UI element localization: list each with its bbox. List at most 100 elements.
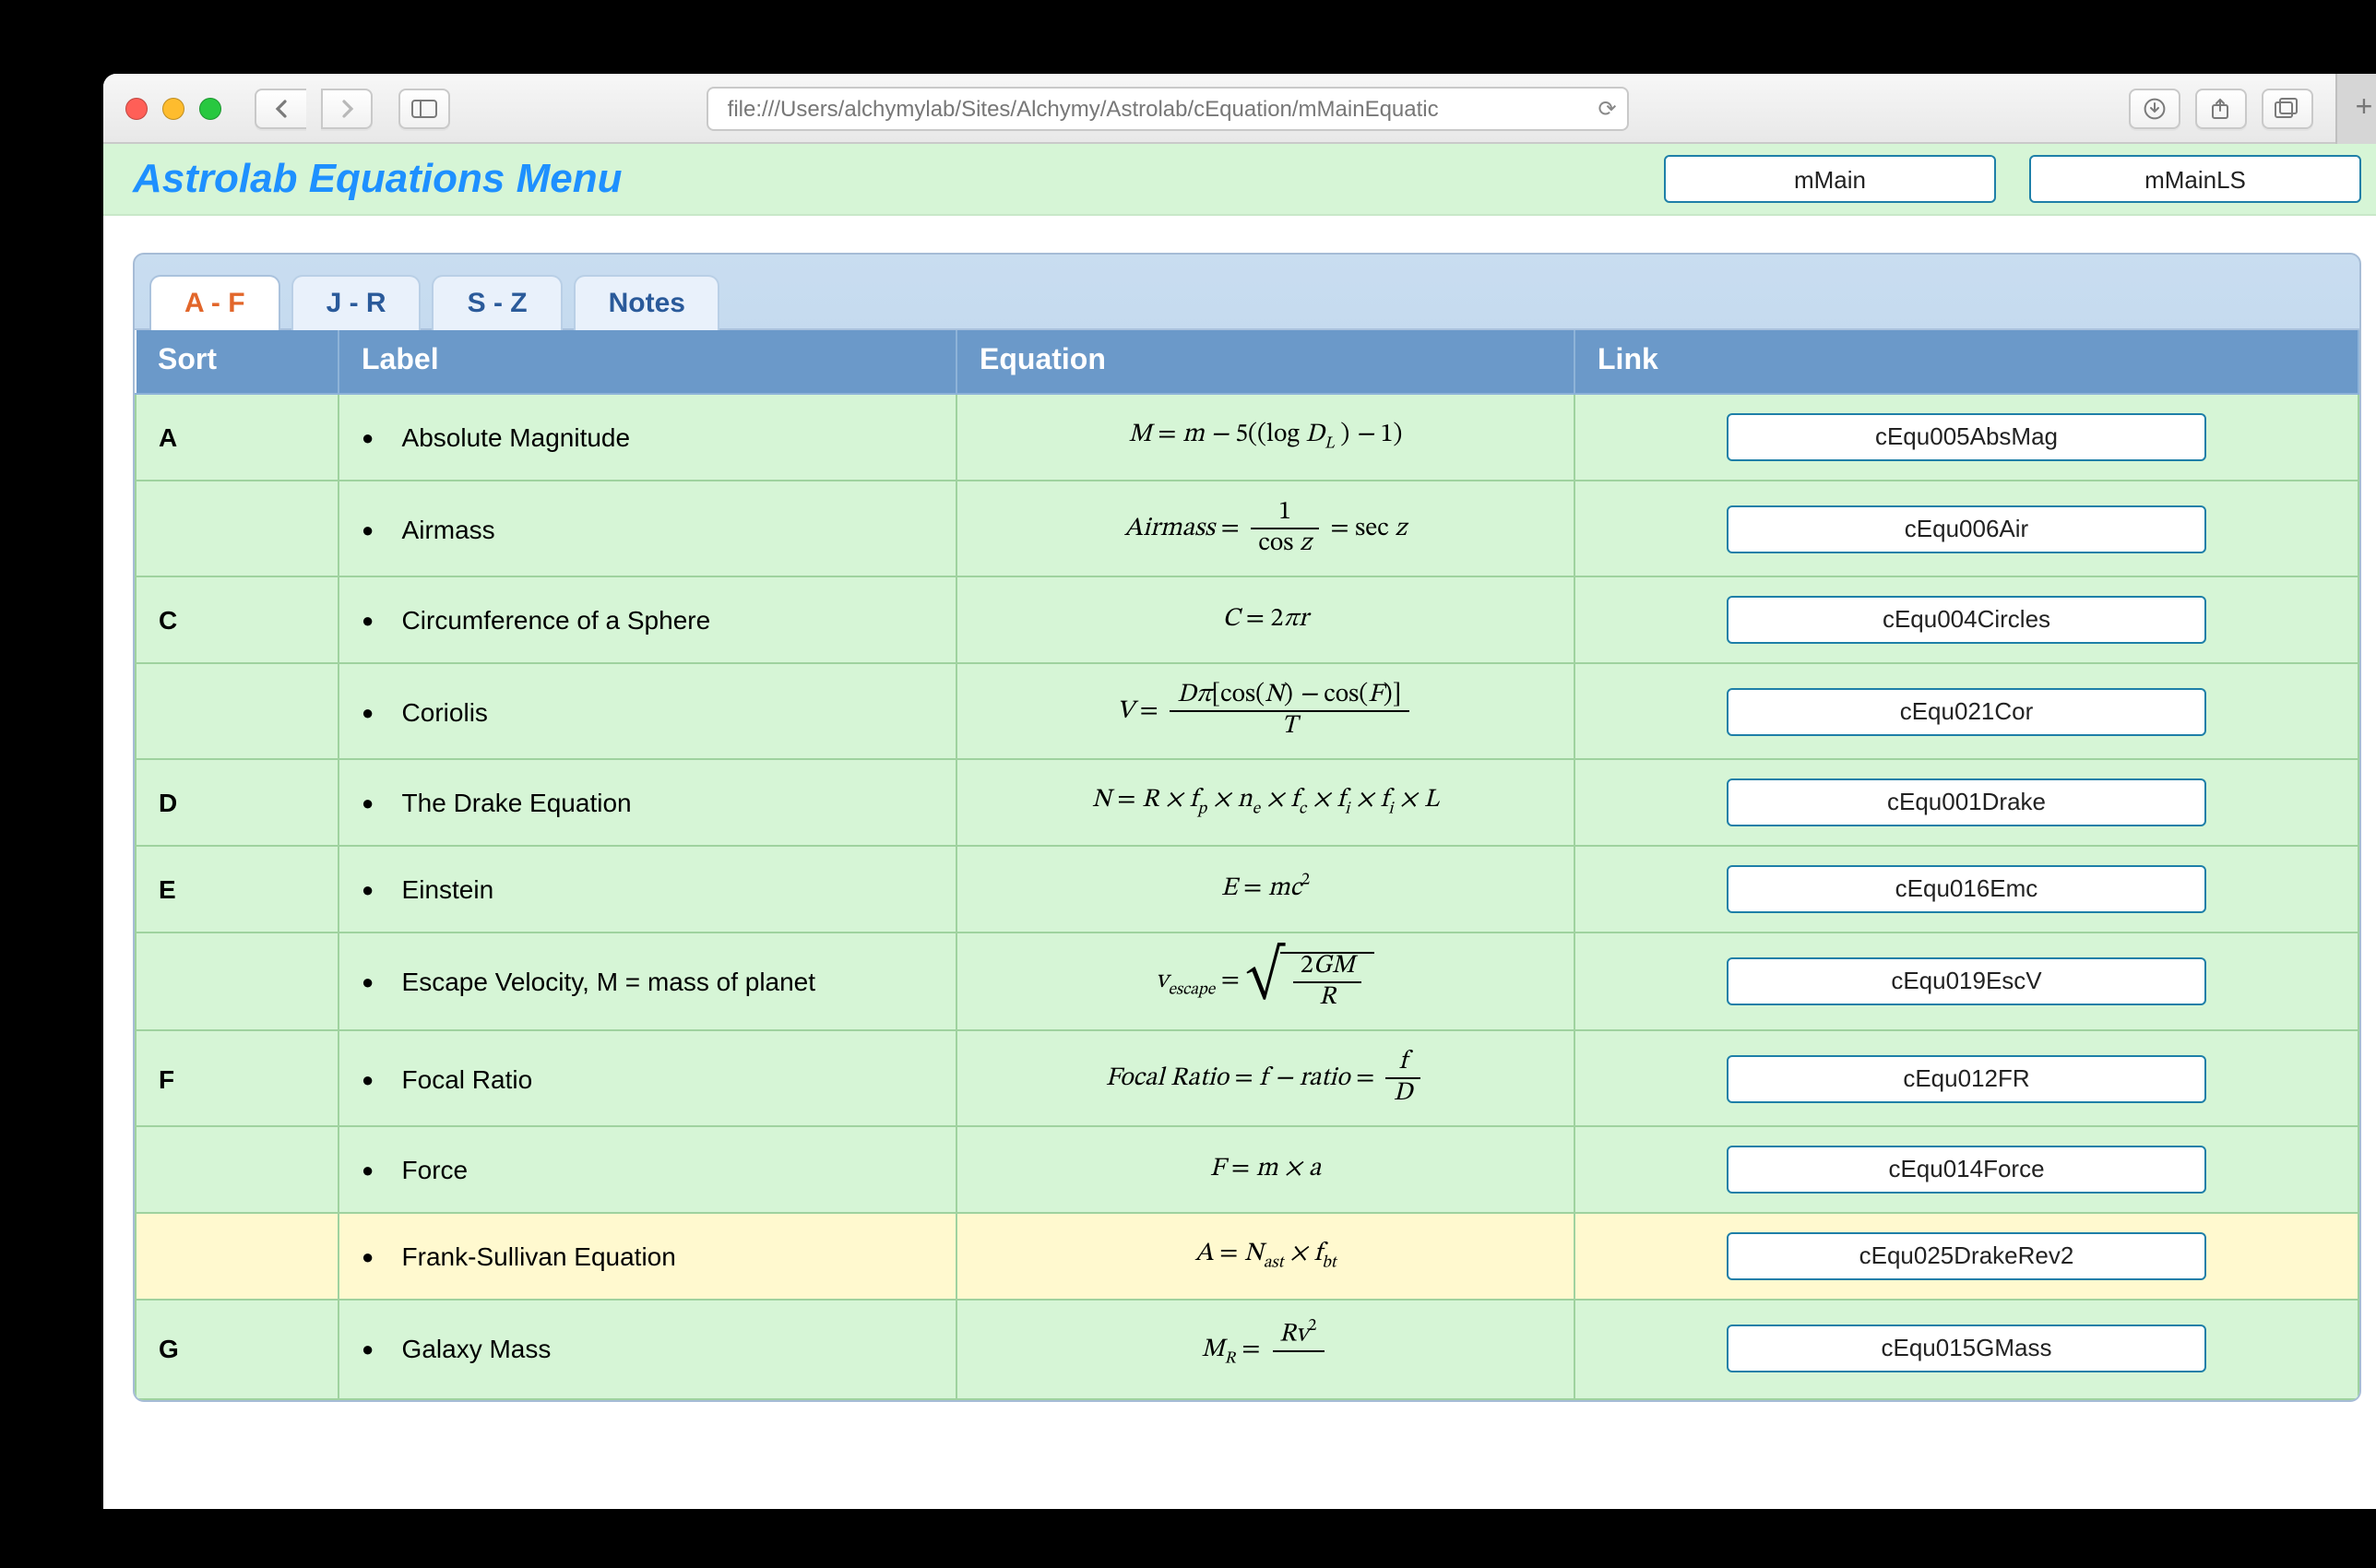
cell-link: cEqu005AbsMag xyxy=(1574,394,2358,481)
cell-sort xyxy=(136,932,339,1030)
equation-link-button[interactable]: cEqu025DrakeRev2 xyxy=(1727,1232,2206,1280)
cell-label: ● Force xyxy=(339,1126,956,1213)
table-row: ● CoriolisV = Dπ[cos(N) − cos(F)]T cEqu02… xyxy=(136,663,2358,759)
cell-equation: Focal Ratio = f − ratio = fD xyxy=(956,1030,1574,1126)
equation-link-button[interactable]: cEqu001Drake xyxy=(1727,778,2206,826)
tab-notes[interactable]: Notes xyxy=(574,275,720,330)
cell-sort: A xyxy=(136,394,339,481)
tab-panel: A - F J - R S - Z Notes Sort Label xyxy=(133,253,2361,1401)
cell-equation: F = m × a xyxy=(956,1126,1574,1213)
bullet-icon: ● xyxy=(362,972,387,994)
bullet-icon: ● xyxy=(362,428,387,450)
table-row: ● Frank-Sullivan EquationA = Nast × fbtc… xyxy=(136,1213,2358,1300)
equation-link-button[interactable]: cEqu015GMass xyxy=(1727,1325,2206,1373)
equation-link-button[interactable]: cEqu019EscV xyxy=(1727,957,2206,1005)
cell-label: ● Airmass xyxy=(339,481,956,576)
cell-link: cEqu019EscV xyxy=(1574,932,2358,1030)
bullet-icon: ● xyxy=(362,793,387,815)
equation-link-button[interactable]: cEqu006Air xyxy=(1727,505,2206,552)
bullet-icon: ● xyxy=(362,702,387,724)
table-row: A● Absolute MagnitudeM = m − 5((log DL )… xyxy=(136,394,2358,481)
col-sort: Sort xyxy=(136,330,339,394)
header-links: mMain mMainLS xyxy=(1664,155,2361,203)
cell-label: ● Circumference of a Sphere xyxy=(339,576,956,663)
table-header-row: Sort Label Equation Link xyxy=(136,330,2358,394)
page-header: Astrolab Equations Menu mMain mMainLS xyxy=(103,144,2376,216)
header-link-mmain[interactable]: mMain xyxy=(1664,155,1996,203)
cell-label: ● Frank-Sullivan Equation xyxy=(339,1213,956,1300)
cell-sort xyxy=(136,663,339,759)
cell-sort: F xyxy=(136,1030,339,1126)
equation-link-button[interactable]: cEqu012FR xyxy=(1727,1054,2206,1102)
table-row: C● Circumference of a SphereC = 2πr cEqu0… xyxy=(136,576,2358,663)
bullet-icon: ● xyxy=(362,611,387,633)
back-button[interactable] xyxy=(255,88,306,128)
tabs-button[interactable] xyxy=(2262,88,2313,128)
bullet-icon: ● xyxy=(362,880,387,902)
cell-link: cEqu004Circles xyxy=(1574,576,2358,663)
cell-sort xyxy=(136,1126,339,1213)
table-row: ● ForceF = m × a cEqu014Force xyxy=(136,1126,2358,1213)
cell-label: ● Escape Velocity, M = mass of planet xyxy=(339,932,956,1030)
bullet-icon: ● xyxy=(362,1340,387,1362)
address-text: file:///Users/alchymylab/Sites/Alchymy/A… xyxy=(728,95,1439,121)
col-label: Label xyxy=(339,330,956,394)
table-row: E● EinsteinE = mc2cEqu016Emc xyxy=(136,846,2358,932)
equation-link-button[interactable]: cEqu005AbsMag xyxy=(1727,413,2206,461)
cell-link: cEqu014Force xyxy=(1574,1126,2358,1213)
cell-sort: C xyxy=(136,576,339,663)
equation-link-button[interactable]: cEqu021Cor xyxy=(1727,687,2206,735)
cell-equation: N = R × fp × ne × fc × fi × fi × L xyxy=(956,759,1574,846)
col-equation: Equation xyxy=(956,330,1574,394)
cell-sort: D xyxy=(136,759,339,846)
forward-button[interactable] xyxy=(321,88,373,128)
minimize-icon[interactable] xyxy=(162,97,184,119)
col-link: Link xyxy=(1574,330,2358,394)
close-icon[interactable] xyxy=(125,97,148,119)
cell-label: ● Einstein xyxy=(339,846,956,932)
cell-link: cEqu025DrakeRev2 xyxy=(1574,1213,2358,1300)
equation-link-button[interactable]: cEqu014Force xyxy=(1727,1146,2206,1194)
cell-equation: vescape = √2GMR xyxy=(956,932,1574,1030)
tab-a-f[interactable]: A - F xyxy=(149,275,280,330)
cell-label: ● Galaxy Mass xyxy=(339,1300,956,1398)
cell-label: ● Coriolis xyxy=(339,663,956,759)
cell-link: cEqu006Air xyxy=(1574,481,2358,576)
bullet-icon: ● xyxy=(362,1247,387,1269)
bullet-icon: ● xyxy=(362,1160,387,1182)
tab-s-z[interactable]: S - Z xyxy=(433,275,563,330)
share-button[interactable] xyxy=(2195,88,2247,128)
tab-bar: A - F J - R S - Z Notes xyxy=(135,255,2359,328)
equation-link-button[interactable]: cEqu016Emc xyxy=(1727,865,2206,913)
cell-sort xyxy=(136,1213,339,1300)
cell-equation: C = 2πr xyxy=(956,576,1574,663)
cell-label: ● The Drake Equation xyxy=(339,759,956,846)
cell-equation: MR = Rv2 xyxy=(956,1300,1574,1398)
equations-table: Sort Label Equation Link A● Absolute Mag… xyxy=(135,330,2359,1399)
page-content: Astrolab Equations Menu mMain mMainLS A … xyxy=(103,144,2376,1509)
tab-j-r[interactable]: J - R xyxy=(291,275,422,330)
cell-link: cEqu015GMass xyxy=(1574,1300,2358,1398)
cell-equation: M = m − 5((log DL ) − 1) xyxy=(956,394,1574,481)
address-bar[interactable]: file:///Users/alchymylab/Sites/Alchymy/A… xyxy=(707,86,1630,130)
table-row: F● Focal RatioFocal Ratio = f − ratio = … xyxy=(136,1030,2358,1126)
bullet-icon: ● xyxy=(362,1069,387,1091)
cell-sort xyxy=(136,481,339,576)
downloads-button[interactable] xyxy=(2129,88,2180,128)
table-row: G● Galaxy MassMR = Rv2 cEqu015GMass xyxy=(136,1300,2358,1398)
cell-label: ● Focal Ratio xyxy=(339,1030,956,1126)
bullet-icon: ● xyxy=(362,519,387,541)
cell-label: ● Absolute Magnitude xyxy=(339,394,956,481)
new-tab-button[interactable]: + xyxy=(2335,74,2376,143)
cell-equation: V = Dπ[cos(N) − cos(F)]T xyxy=(956,663,1574,759)
cell-link: cEqu016Emc xyxy=(1574,846,2358,932)
sidebar-button[interactable] xyxy=(398,88,450,128)
window-controls xyxy=(125,97,221,119)
maximize-icon[interactable] xyxy=(199,97,221,119)
cell-link: cEqu021Cor xyxy=(1574,663,2358,759)
reload-icon[interactable]: ⟳ xyxy=(1598,95,1617,121)
table-row: ● Escape Velocity, M = mass of planetves… xyxy=(136,932,2358,1030)
equation-link-button[interactable]: cEqu004Circles xyxy=(1727,596,2206,644)
browser-toolbar: file:///Users/alchymylab/Sites/Alchymy/A… xyxy=(103,74,2376,144)
header-link-mmainls[interactable]: mMainLS xyxy=(2029,155,2361,203)
